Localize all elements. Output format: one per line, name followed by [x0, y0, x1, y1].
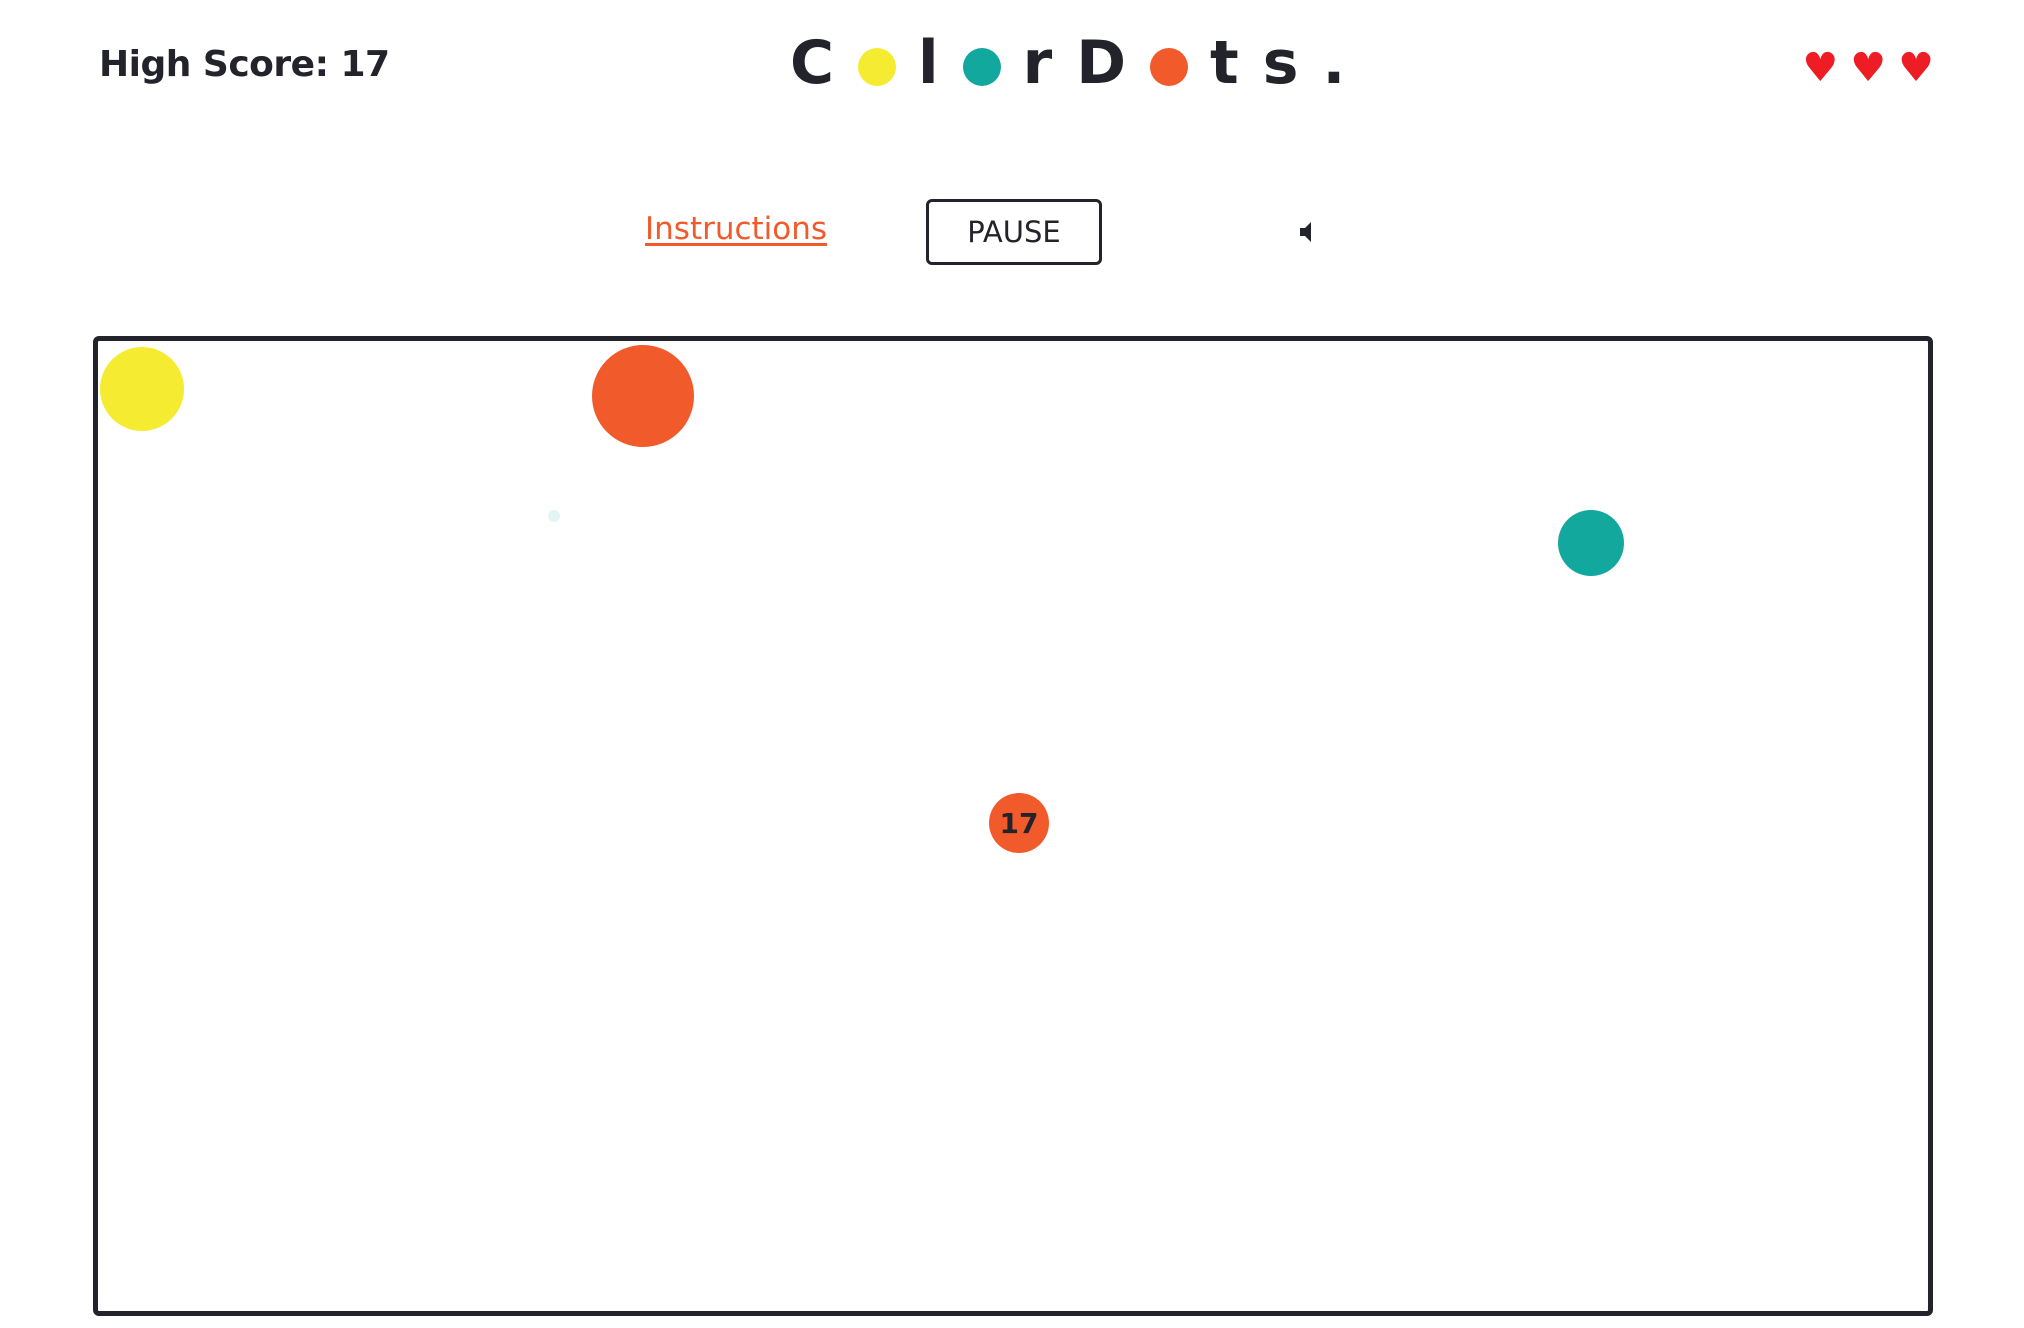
logo-letter-l: l: [918, 28, 939, 98]
faint-dot: [548, 510, 560, 522]
orange-dot: [592, 345, 694, 447]
teal-dot: [1558, 510, 1624, 576]
speaker-icon-graphic: [1300, 222, 1311, 242]
logo-letter-r: r: [1022, 28, 1053, 98]
logo-letter-d: D: [1076, 28, 1127, 98]
instructions-link[interactable]: Instructions: [645, 211, 827, 247]
pause-button[interactable]: PAUSE: [926, 199, 1102, 265]
logo-dot-yellow: [858, 48, 897, 86]
player-score: 17: [999, 806, 1039, 840]
player-dot[interactable]: 17: [989, 793, 1049, 853]
colordots-page: High Score: 17 C l r D t s . ♥ ♥ ♥ Instr…: [0, 0, 2024, 1328]
logo-period: .: [1322, 28, 1346, 98]
logo-letter-t: t: [1210, 28, 1239, 98]
high-score: High Score: 17: [99, 44, 390, 85]
game-controls: Instructions PAUSE: [0, 199, 2024, 265]
colordots-logo: C l r D t s .: [790, 28, 1345, 98]
logo-letter-c: C: [790, 28, 835, 98]
logo-letter-s: s: [1262, 28, 1299, 98]
heart-icon: ♥: [1802, 45, 1839, 91]
logo-dot-teal: [962, 48, 1001, 86]
lives-indicator: ♥ ♥ ♥: [1802, 46, 1934, 90]
heart-icon: ♥: [1898, 45, 1934, 91]
heart-icon: ♥: [1850, 45, 1887, 91]
logo-dot-orange: [1150, 48, 1189, 86]
speaker-icon[interactable]: [1291, 217, 1321, 247]
game-board[interactable]: 17: [93, 336, 1933, 1316]
yellow-dot: [100, 347, 184, 431]
